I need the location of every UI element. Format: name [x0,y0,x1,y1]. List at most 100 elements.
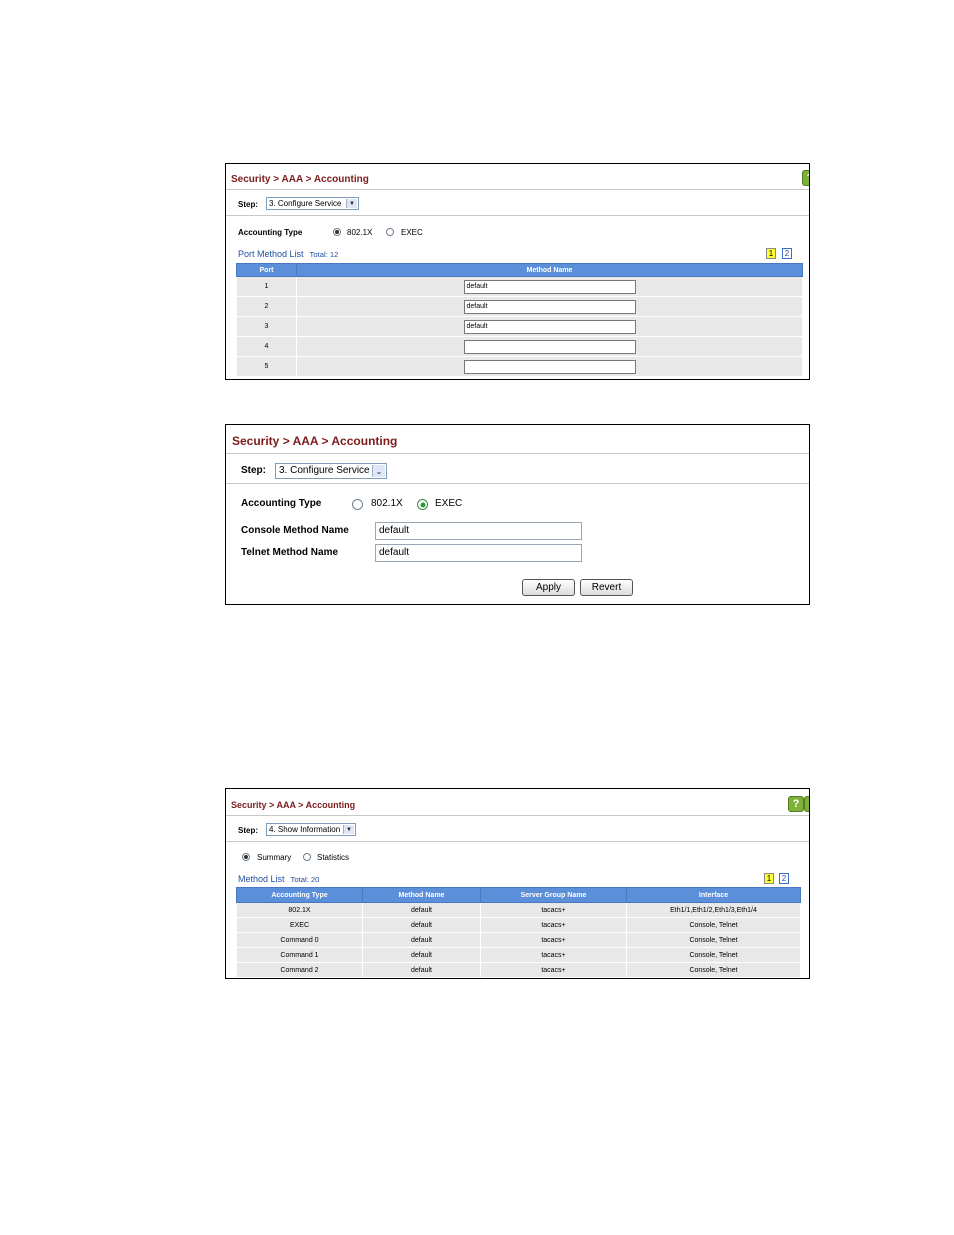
accounting-type-cell: Command 1 [236,947,363,963]
table-row: 2 default [236,296,803,317]
port-cell: 4 [236,336,297,357]
radio-exec[interactable] [386,228,394,236]
method-cell: default [296,296,803,317]
method-name-cell: default [362,902,481,918]
radio-summary[interactable] [242,853,250,861]
radio-8021x[interactable] [352,499,363,510]
interface-cell: Console, Telnet [626,947,801,963]
accounting-summary-panel: Security > AAA > Accounting ? Step: 4. S… [225,788,810,979]
method-name-cell: default [362,917,481,933]
table-row: 802.1X default tacacs+ Eth1/1,Eth1/2,Eth… [236,902,801,918]
info-icon[interactable] [804,796,809,812]
breadcrumb-security[interactable]: Security [231,800,267,810]
server-group-cell: tacacs+ [480,932,627,948]
interface-cell: Eth1/1,Eth1/2,Eth1/3,Eth1/4 [626,902,801,918]
table-row: 5 [236,356,803,377]
radio-exec-label: EXEC [435,498,463,509]
step-label: Step: [238,200,258,209]
method-list-table: Accounting Type Method Name Server Group… [236,887,801,978]
method-cell: default [296,316,803,337]
table-row: Command 2 default tacacs+ Console, Telne… [236,962,801,978]
step-label: Step: [238,826,258,835]
telnet-method-name-label: Telnet Method Name [241,547,339,558]
breadcrumb-aaa[interactable]: AAA [282,174,303,185]
radio-8021x-label: 802.1X [371,498,403,509]
breadcrumb: Security > AAA > Accounting [231,174,369,185]
apply-button[interactable]: Apply [522,579,575,596]
accounting-type-cell: EXEC [236,917,363,933]
port-cell: 5 [236,356,297,377]
help-icon[interactable]: ? [802,170,809,186]
server-group-cell: tacacs+ [480,917,627,933]
column-header-accounting-type: Accounting Type [236,887,363,903]
list-title-text: Port Method List [238,249,304,259]
divider [226,215,809,216]
console-method-name-input[interactable]: default [375,522,582,540]
breadcrumb-accounting[interactable]: Accounting [314,174,369,185]
divider [226,483,809,484]
radio-statistics[interactable] [303,853,311,861]
breadcrumb: Security > AAA > Accounting [232,434,398,448]
interface-cell: Console, Telnet [626,962,801,978]
page-1-button[interactable]: 1 [766,248,776,259]
interface-cell: Console, Telnet [626,932,801,948]
radio-exec-label: EXEC [401,228,423,237]
radio-statistics-label: Statistics [317,853,350,862]
column-header-method-name: Method Name [296,263,803,277]
table-row: 1 default [236,276,803,297]
breadcrumb-aaa[interactable]: AAA [276,800,295,810]
breadcrumb-accounting[interactable]: Accounting [306,800,356,810]
divider [226,189,809,190]
method-name-input[interactable]: default [463,299,636,314]
chevron-down-icon[interactable]: ▼ [346,199,357,208]
column-header-server-group-name: Server Group Name [480,887,627,903]
method-cell [296,336,803,357]
page-1-button[interactable]: 1 [764,873,774,884]
method-name-cell: default [362,962,481,978]
method-name-cell: default [362,947,481,963]
column-header-port: Port [236,263,297,277]
step-select[interactable]: 3. Configure Service ⌄ [275,463,387,479]
method-name-input[interactable] [463,339,636,354]
radio-8021x[interactable]: .p1r::after{} [333,228,341,236]
step-select-value: 3. Configure Service [279,465,370,476]
divider [226,453,809,454]
accounting-type-label: Accounting Type [241,498,322,509]
server-group-cell: tacacs+ [480,902,627,918]
chevron-down-icon[interactable]: ⌄ [372,465,385,477]
breadcrumb-security[interactable]: Security [231,174,270,185]
telnet-method-name-input[interactable]: default [375,544,582,562]
chevron-down-icon[interactable]: ▼ [343,825,354,834]
breadcrumb-aaa[interactable]: AAA [293,434,319,448]
step-select-value: 3. Configure Service [269,199,342,208]
table-row: EXEC default tacacs+ Console, Telnet [236,917,801,933]
accounting-exec-panel: Security > AAA > Accounting Step: 3. Con… [225,424,810,605]
list-total: Total: 12 [309,250,339,259]
help-icon[interactable]: ? [788,796,804,812]
radio-exec[interactable] [417,499,428,510]
method-name-input[interactable]: default [463,279,636,294]
method-name-input[interactable] [463,359,636,374]
page-2-button[interactable]: 2 [782,248,792,259]
step-select[interactable]: 4. Show Information ▼ [266,823,356,836]
radio-8021x-label: 802.1X [347,228,373,237]
column-header-method-name: Method Name [362,887,481,903]
step-select-value: 4. Show Information [269,825,341,834]
step-label: Step: [241,465,266,476]
method-name-input[interactable]: default [463,319,636,334]
breadcrumb-security[interactable]: Security [232,434,279,448]
accounting-type-label: Accounting Type [238,228,303,237]
step-select[interactable]: 3. Configure Service ▼ [266,197,359,210]
accounting-port-panel: Security > AAA > Accounting ? Step: 3. C… [225,163,810,380]
page-2-button[interactable]: 2 [779,873,789,884]
revert-button[interactable]: Revert [580,579,633,596]
breadcrumb-accounting[interactable]: Accounting [331,434,397,448]
breadcrumb: Security > AAA > Accounting [231,800,356,810]
port-cell: 3 [236,316,297,337]
port-cell: 1 [236,276,297,297]
table-row: Command 1 default tacacs+ Console, Telne… [236,947,801,963]
table-row: Command 0 default tacacs+ Console, Telne… [236,932,801,948]
port-cell: 2 [236,296,297,317]
table-row: 3 default [236,316,803,337]
port-method-table: Port Method Name 1 default 2 default 3 d… [236,263,803,377]
